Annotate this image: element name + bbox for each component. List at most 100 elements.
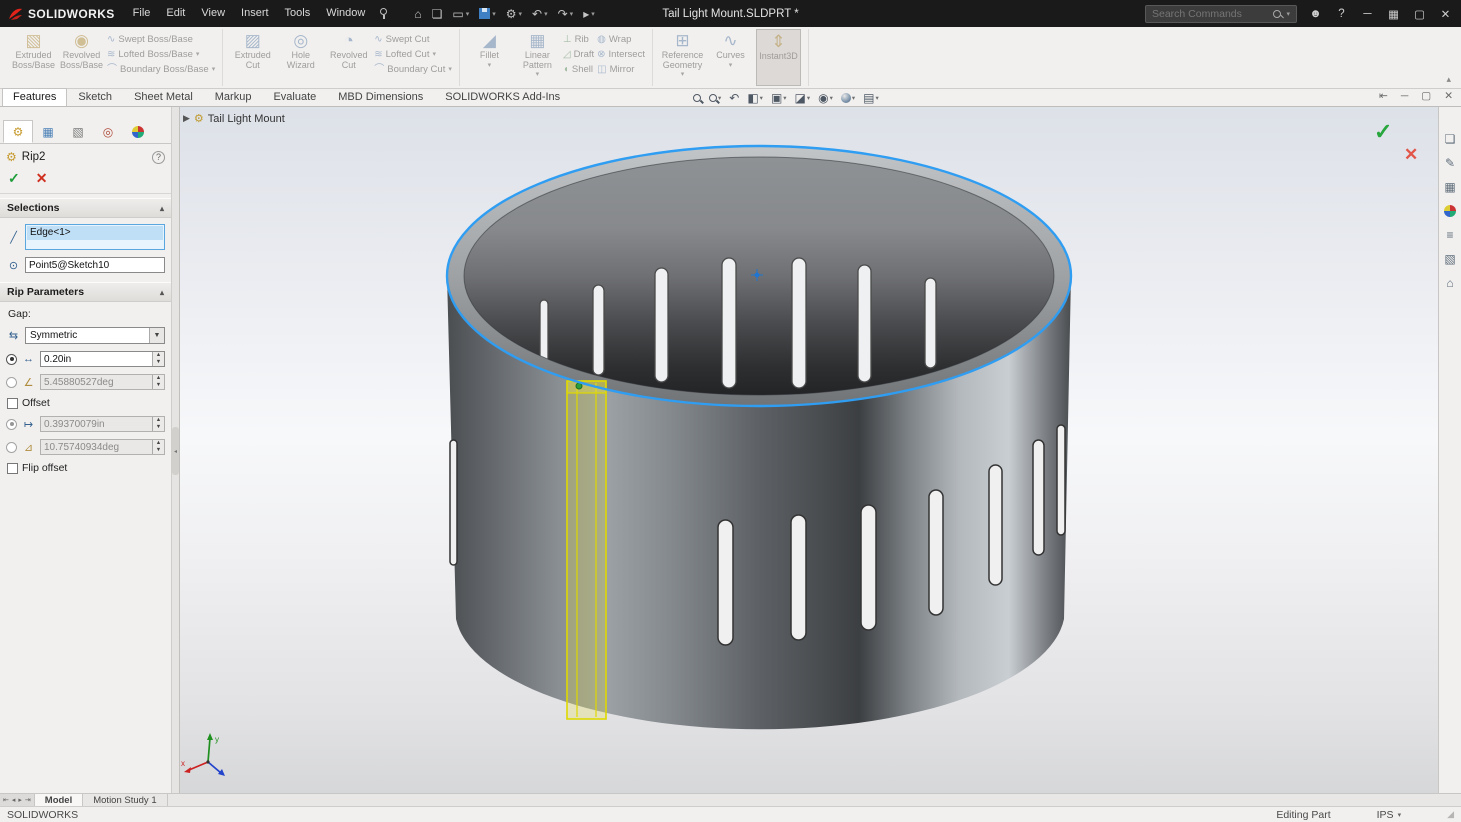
tab-scroll-first-icon[interactable]: ⇤	[3, 796, 9, 804]
revolved-cut-button[interactable]: ◔ Revolved Cut	[326, 29, 371, 86]
forum-home-icon[interactable]: ⌂	[1442, 275, 1458, 291]
previous-view-button[interactable]: ↶	[729, 91, 739, 105]
spin-up-icon[interactable]: ▲	[153, 352, 164, 359]
gap-type-dropdown[interactable]: Symmetric ▼	[25, 327, 165, 344]
menu-edit[interactable]: Edit	[158, 0, 193, 27]
spin-down-icon[interactable]: ▼	[153, 424, 164, 431]
confirm-ok-icon[interactable]: ✓	[1374, 119, 1392, 145]
ok-button[interactable]: ✓	[8, 170, 20, 187]
linear-pattern-button[interactable]: ▦ Linear Pattern ▾	[515, 29, 560, 86]
search-input[interactable]	[1152, 8, 1268, 20]
save-caret-icon[interactable]: ▾	[492, 10, 496, 18]
home-button[interactable]: ⌂	[409, 0, 426, 27]
cancel-button[interactable]: ✕	[36, 170, 48, 187]
tab-model[interactable]: Model	[35, 794, 83, 806]
edge-selection-box[interactable]: Edge<1>	[25, 224, 165, 250]
restore-button[interactable]: ▢	[1412, 7, 1427, 21]
instant3d-button[interactable]: ⇕ Instant3D	[756, 29, 801, 86]
zoom-to-fit-button[interactable]	[693, 94, 701, 102]
display-style-caret-icon[interactable]: ▾	[807, 94, 810, 102]
hole-wizard-button[interactable]: ◎ Hole Wizard	[278, 29, 323, 86]
file-explorer-icon[interactable]: ▦	[1442, 179, 1458, 195]
units-caret-icon[interactable]: ▾	[1398, 811, 1402, 819]
section-view-button[interactable]: ◧▾	[747, 91, 763, 105]
offset-angle-field[interactable]: 10.75740934deg ▲▼	[40, 439, 165, 455]
menu-view[interactable]: View	[193, 0, 233, 27]
tab-markup[interactable]: Markup	[204, 88, 263, 106]
reference-geometry-caret-icon[interactable]: ▾	[681, 71, 685, 78]
tab-scroll-prev-icon[interactable]: ◂	[12, 796, 16, 804]
select-button[interactable]: ▸▾	[578, 0, 600, 27]
panel-splitter[interactable]: ◂	[171, 107, 180, 793]
tab-evaluate[interactable]: Evaluate	[262, 88, 327, 106]
zoom-to-area-button[interactable]: ▾	[709, 94, 721, 102]
options-button[interactable]: ⚙▾	[501, 0, 527, 27]
rip-parameters-collapse-icon[interactable]: ▴	[160, 288, 164, 297]
gap-angle-field[interactable]: 5.45880527deg ▲▼	[40, 374, 165, 390]
curves-caret-icon[interactable]: ▾	[729, 62, 733, 69]
lofted-boss-button[interactable]: ≋ Lofted Boss/Base ▾	[107, 49, 215, 60]
linear-pattern-caret-icon[interactable]: ▾	[536, 71, 540, 78]
swept-cut-button[interactable]: ∿ Swept Cut	[374, 34, 452, 45]
reference-geometry-button[interactable]: ⊞ Reference Geometry ▾	[660, 29, 705, 86]
edit-appearance-button[interactable]: ▾	[841, 93, 855, 103]
redo-button[interactable]: ↷▾	[553, 0, 579, 27]
tab-features[interactable]: Features	[2, 88, 67, 106]
appearances-icon[interactable]	[1442, 203, 1458, 219]
tab-dimxpert-manager[interactable]: ◎	[93, 120, 123, 143]
new-document-button[interactable]: ❏	[427, 0, 448, 27]
splitter-handle[interactable]: ◂	[172, 427, 179, 475]
menu-file[interactable]: File	[125, 0, 159, 27]
extruded-boss-button[interactable]: ▧ Extruded Boss/Base	[11, 29, 56, 86]
selections-group-header[interactable]: Selections ▴	[0, 198, 171, 218]
pin-menu-icon[interactable]	[377, 7, 389, 20]
confirm-cancel-icon[interactable]: ✕	[1404, 145, 1418, 165]
offset-checkbox[interactable]	[7, 398, 18, 409]
open-button[interactable]: ▭▾	[447, 0, 474, 27]
offset-distance-field[interactable]: 0.39370079in ▲▼	[40, 416, 165, 432]
gap-distance-field[interactable]: 0.20in ▲▼	[40, 351, 165, 367]
view-settings-button[interactable]: ▤▾	[863, 91, 879, 105]
swept-boss-button[interactable]: ∿ Swept Boss/Base	[107, 34, 215, 45]
view-settings-caret-icon[interactable]: ▾	[876, 94, 879, 102]
rip-parameters-group-header[interactable]: Rip Parameters ▴	[0, 282, 171, 302]
save-button[interactable]: ▾	[474, 0, 501, 27]
extruded-cut-button[interactable]: ▨ Extruded Cut	[230, 29, 275, 86]
breadcrumb-expand-icon[interactable]: ▶	[183, 113, 190, 124]
rib-button[interactable]: ⊥ Rib	[563, 34, 594, 45]
revolved-boss-button[interactable]: ◉ Revolved Boss/Base	[59, 29, 104, 86]
hide-show-items-button[interactable]: ◉▾	[818, 91, 833, 105]
doc-restore-icon[interactable]: ▢	[1421, 90, 1431, 102]
gap-distance-value[interactable]: 0.20in	[41, 352, 152, 366]
user-account-icon[interactable]: ☻	[1308, 8, 1323, 20]
curves-button[interactable]: ∿ Curves ▾	[708, 29, 753, 86]
tab-mbd-dimensions[interactable]: MBD Dimensions	[327, 88, 434, 106]
breadcrumb[interactable]: ▶ ⚙ Tail Light Mount	[183, 112, 285, 125]
command-search[interactable]: ▾	[1145, 5, 1297, 23]
tab-sheet-metal[interactable]: Sheet Metal	[123, 88, 204, 106]
gap-angle-spinner[interactable]: ▲▼	[152, 375, 164, 389]
flip-offset-checkbox[interactable]	[7, 463, 18, 474]
lofted-boss-caret-icon[interactable]: ▾	[196, 51, 200, 58]
search-icon[interactable]	[1273, 10, 1281, 18]
tab-scroll-next-icon[interactable]: ▸	[18, 796, 22, 804]
units-selector[interactable]: IPS ▾	[1377, 809, 1401, 821]
undo-button[interactable]: ↶▾	[527, 0, 553, 27]
help-icon[interactable]: ?	[1334, 8, 1349, 20]
doc-close-icon[interactable]: ✕	[1444, 90, 1453, 102]
view-orientation-caret-icon[interactable]: ▾	[783, 94, 786, 102]
wrap-button[interactable]: ◍ Wrap	[597, 34, 645, 45]
mirror-button[interactable]: ◫ Mirror	[597, 64, 645, 75]
select-caret-icon[interactable]: ▾	[591, 10, 595, 18]
tab-configuration-manager[interactable]: ▧	[63, 120, 93, 143]
close-button[interactable]: ✕	[1438, 7, 1453, 21]
boundary-cut-button[interactable]: ⌒ Boundary Cut ▾	[374, 64, 452, 75]
display-style-button[interactable]: ◪▾	[795, 91, 811, 105]
tab-motion-study[interactable]: Motion Study 1	[83, 794, 167, 806]
doc-minimize-icon[interactable]: ─	[1401, 90, 1408, 102]
offset-distance-radio[interactable]	[6, 419, 17, 430]
intersect-button[interactable]: ⊗ Intersect	[597, 49, 645, 60]
offset-angle-spinner[interactable]: ▲▼	[152, 440, 164, 454]
hide-show-caret-icon[interactable]: ▾	[830, 94, 833, 102]
boundary-boss-button[interactable]: ⌒ Boundary Boss/Base ▾	[107, 64, 215, 75]
